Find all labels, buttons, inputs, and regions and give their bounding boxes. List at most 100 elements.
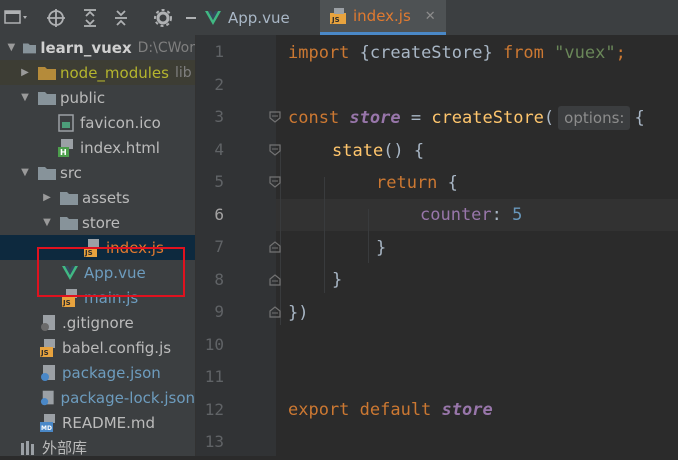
folder-icon (38, 66, 56, 80)
line-number: 4 (214, 140, 224, 159)
tree-item-label: favicon.ico (80, 113, 161, 132)
line-number: 2 (214, 75, 224, 94)
ignore-file-icon (41, 314, 55, 331)
tab-label: App.vue (228, 8, 290, 27)
tree-item-label: learn_vuex (40, 38, 132, 57)
project-view-icon[interactable] (4, 8, 30, 28)
target-icon[interactable] (46, 8, 66, 28)
code-line-4: state() { (288, 135, 424, 167)
code-token: createStore (431, 108, 544, 128)
tree-item-suffix: lib (174, 64, 192, 81)
tree-item-babel-config[interactable]: JS babel.config.js (0, 335, 195, 360)
svg-text:H: H (60, 148, 67, 157)
line-number: 3 (214, 107, 224, 126)
tree-item-public[interactable]: ▼ public (0, 85, 195, 110)
code-token: }) (288, 303, 309, 323)
chevron-down-icon[interactable]: ▼ (6, 42, 17, 53)
fold-open-icon[interactable] (269, 111, 281, 123)
tree-item-readme[interactable]: MD README.md (0, 410, 195, 435)
code-line-3: const store = createStore(options:{ (288, 102, 645, 134)
line-number: 8 (214, 270, 224, 289)
tree-item-label: README.md (62, 413, 156, 432)
line-number: 7 (214, 237, 224, 256)
tree-item-label: index.html (80, 138, 160, 157)
library-icon (21, 440, 34, 455)
expand-all-icon[interactable] (80, 8, 100, 28)
code-line-8: } (288, 264, 342, 296)
line-number: 11 (204, 367, 224, 386)
tree-item-label: store (82, 213, 120, 232)
code-token: store (441, 400, 493, 420)
code-token: 5 (512, 205, 523, 225)
hide-icon[interactable] (181, 8, 201, 28)
js-file-icon: JS (330, 8, 346, 24)
folder-icon (22, 42, 37, 53)
collapse-all-icon[interactable] (111, 8, 131, 28)
tab-app-vue[interactable]: App.vue (205, 0, 300, 35)
tree-item-index-html[interactable]: H index.html (0, 135, 195, 160)
line-number: 1 (214, 42, 224, 61)
code-token: const (288, 108, 350, 128)
tree-item-package-lock[interactable]: package-lock.json (0, 385, 195, 410)
tree-item-label: src (60, 163, 82, 182)
tree-item-label: package.json (62, 363, 161, 382)
html-file-icon: H (58, 138, 73, 157)
settings-icon[interactable] (153, 8, 173, 28)
code-token: from (502, 43, 555, 63)
tree-item-label: assets (82, 188, 130, 207)
folder-icon (38, 166, 56, 180)
code-token: "vuex" (554, 43, 616, 63)
chevron-down-icon[interactable]: ▼ (40, 217, 54, 228)
tab-index-js[interactable]: JS index.js ✕ (320, 0, 446, 35)
tree-item-src[interactable]: ▼ src (0, 160, 195, 185)
svg-text:JS: JS (40, 349, 49, 357)
code-line-12: export default store (288, 394, 493, 426)
code-token: { (634, 108, 645, 128)
tree-item-favicon[interactable]: favicon.ico (0, 110, 195, 135)
close-icon[interactable]: ✕ (425, 9, 436, 24)
code-line-6: counter: 5 (288, 199, 522, 231)
fold-open-icon[interactable] (269, 144, 281, 156)
indent-guide (280, 145, 281, 325)
chevron-down-icon[interactable]: ▼ (18, 167, 32, 178)
fold-close-icon[interactable] (269, 241, 281, 253)
project-tree: ▼ learn_vuex D:\CWor ▶ node_modules lib … (0, 35, 196, 457)
code-editor[interactable]: 1 2 3 4 5 6 7 8 9 10 11 12 13 import {cr… (196, 35, 678, 456)
json-file-icon (40, 390, 54, 405)
toolbar: App.vue JS index.js ✕ (0, 0, 678, 36)
tree-item-external-libraries[interactable]: 外部库 (0, 435, 195, 460)
tree-item-label: node_modules (60, 63, 169, 82)
code-token: } (376, 238, 387, 258)
fold-close-icon[interactable] (269, 274, 281, 286)
parameter-hint: options: (558, 106, 631, 130)
code-token: counter (420, 205, 492, 225)
tree-item-root[interactable]: ▼ learn_vuex D:\CWor (0, 35, 195, 60)
tree-item-store[interactable]: ▼ store (0, 210, 195, 235)
tree-item-label: package-lock.json (60, 388, 195, 407)
code-token: import (288, 43, 360, 63)
tab-label: index.js (353, 7, 411, 25)
folder-icon (60, 191, 78, 205)
fold-open-icon[interactable] (269, 176, 281, 188)
tree-item-package-json[interactable]: package.json (0, 360, 195, 385)
code-token: export default (288, 400, 442, 420)
code-token: () { (383, 141, 425, 161)
code-token: return (376, 173, 448, 193)
chevron-right-icon[interactable]: ▶ (40, 192, 54, 203)
tree-item-assets[interactable]: ▶ assets (0, 185, 195, 210)
code-token: state (332, 141, 384, 161)
line-number: 10 (204, 335, 224, 354)
code-token: {createStore} (359, 43, 503, 63)
code-line-7: } (288, 232, 386, 264)
tree-item-node-modules[interactable]: ▶ node_modules lib (0, 60, 195, 85)
code-line-9: }) (288, 297, 308, 329)
line-number-current: 6 (214, 205, 224, 224)
image-file-icon (58, 113, 74, 132)
annotation-highlight-box (37, 247, 185, 297)
fold-close-icon[interactable] (269, 306, 281, 318)
chevron-down-icon[interactable]: ▼ (18, 92, 32, 103)
tree-item-gitignore[interactable]: .gitignore (0, 310, 195, 335)
folder-icon (60, 216, 78, 230)
json-file-icon (41, 364, 55, 381)
chevron-right-icon[interactable]: ▶ (18, 67, 32, 78)
